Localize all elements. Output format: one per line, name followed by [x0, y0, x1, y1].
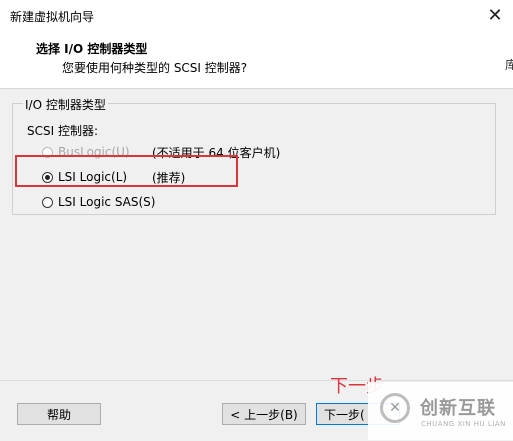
watermark-subtext: CHUANG XIN HU LIAN [421, 420, 506, 428]
wizard-header: 选择 I/O 控制器类型 您要使用何种类型的 SCSI 控制器? [0, 30, 513, 89]
edge-clipped-text: 库 [505, 58, 513, 70]
back-button[interactable]: < 上一步(B) [222, 403, 306, 425]
page-title: 选择 I/O 控制器类型 [36, 42, 148, 56]
radio-circle[interactable] [42, 196, 53, 208]
title-bar: 新建虚拟机向导 ✕ [0, 0, 513, 30]
watermark-text: 创新互联 [420, 398, 496, 419]
radio-label-lsi-logic-sas: LSI Logic SAS(S) [58, 195, 156, 209]
group-legend: I/O 控制器类型 [23, 96, 108, 113]
help-button[interactable]: 帮助 [17, 403, 101, 425]
highlight-box [15, 155, 238, 187]
watermark: ✕ 创新互联 CHUANG XIN HU LIAN [368, 382, 513, 440]
page-subtitle: 您要使用何种类型的 SCSI 控制器? [62, 61, 248, 75]
window-title: 新建虚拟机向导 [10, 10, 95, 24]
close-button[interactable]: ✕ [477, 0, 513, 30]
radio-lsi-logic-sas[interactable]: LSI Logic SAS(S) [42, 194, 155, 210]
close-icon: ✕ [487, 4, 503, 26]
watermark-logo-icon: ✕ [380, 393, 410, 423]
scsi-controller-label: SCSI 控制器: [27, 124, 99, 138]
